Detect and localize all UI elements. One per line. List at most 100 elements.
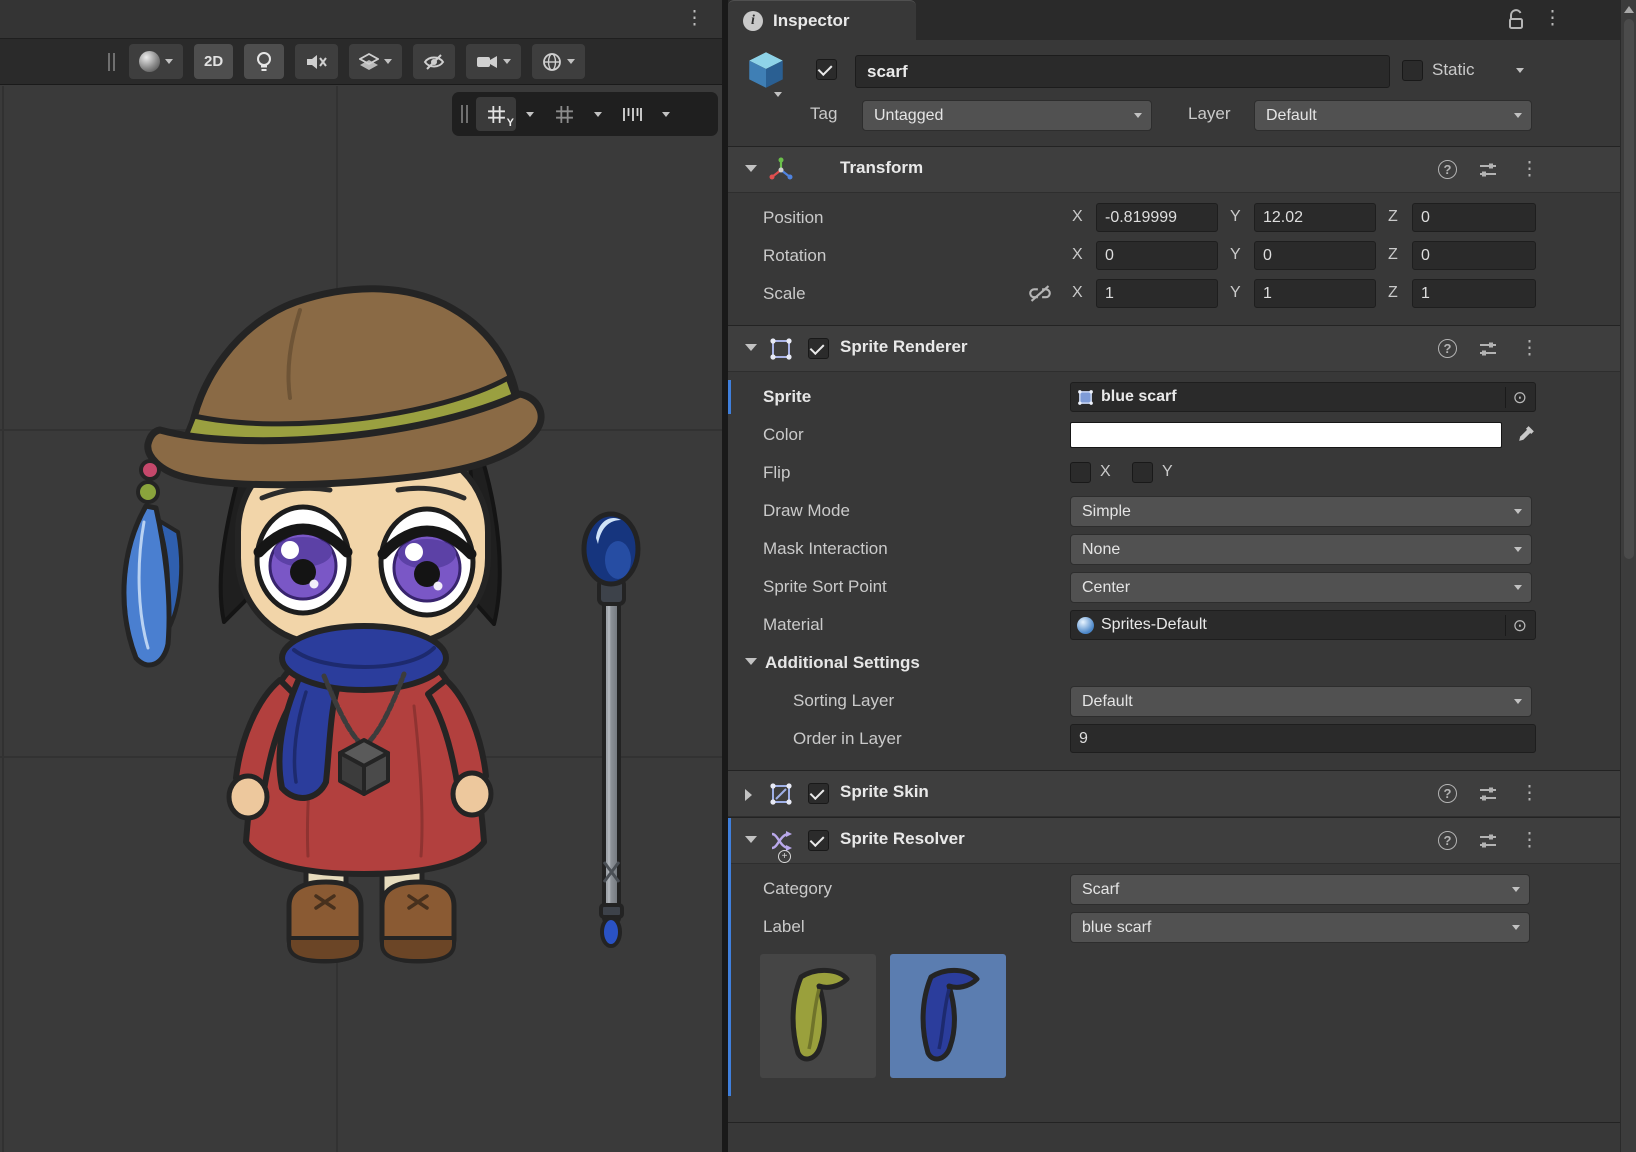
material-value: Sprites-Default	[1101, 616, 1207, 634]
more-icon[interactable]: ⋮	[1520, 782, 1539, 805]
unity-editor-window: ⋮ 2D	[0, 0, 1636, 1152]
component-enabled-checkbox[interactable]	[808, 783, 829, 804]
sprite-thumbnail-blue-scarf[interactable]	[890, 954, 1006, 1078]
grid-visibility-dropdown[interactable]	[589, 97, 607, 131]
shading-mode-button[interactable]	[129, 44, 183, 79]
snap-increment-button[interactable]	[612, 97, 652, 131]
flip-x-label: X	[1100, 463, 1111, 481]
sprite-sort-point-value: Center	[1082, 579, 1130, 597]
sprite-skin-header[interactable]: Sprite Skin ? ⋮	[728, 771, 1620, 817]
sprite-row: Sprite blue scarf ⊙	[728, 378, 1620, 416]
scene-gizmos-button[interactable]	[532, 44, 585, 79]
tab-inspector[interactable]: i Inspector	[728, 0, 916, 40]
foldout-icon[interactable]	[745, 836, 757, 843]
category-dropdown[interactable]: Scarf	[1070, 874, 1530, 905]
grid-axis-button[interactable]: Y	[476, 97, 516, 131]
help-icon[interactable]: ?	[1438, 784, 1457, 803]
transform-header[interactable]: Transform ? ⋮	[728, 147, 1620, 193]
static-dropdown-icon[interactable]	[1516, 68, 1524, 73]
2d-mode-button[interactable]: 2D	[194, 44, 233, 79]
rotation-z-field[interactable]	[1412, 241, 1536, 270]
more-icon[interactable]: ⋮	[1520, 829, 1539, 852]
active-checkbox[interactable]	[816, 59, 837, 80]
draw-mode-dropdown[interactable]: Simple	[1070, 496, 1532, 527]
component-enabled-checkbox[interactable]	[808, 830, 829, 851]
sprite-renderer-header[interactable]: Sprite Renderer ? ⋮	[728, 326, 1620, 372]
eyedropper-icon[interactable]	[1516, 423, 1537, 444]
flip-y-checkbox[interactable]	[1132, 462, 1153, 483]
presets-icon[interactable]	[1478, 784, 1498, 804]
order-in-layer-field[interactable]	[1070, 724, 1536, 753]
scale-x-field[interactable]	[1096, 279, 1218, 308]
prefab-expand-icon[interactable]	[774, 92, 782, 97]
grid-axis-dropdown[interactable]	[521, 97, 539, 131]
rotation-y-field[interactable]	[1254, 241, 1376, 270]
sprite-resolver-header[interactable]: + Sprite Resolver ? ⋮	[728, 818, 1620, 864]
scale-link-icon[interactable]	[1028, 285, 1052, 302]
transform-rotation-row: Rotation X Y Z	[728, 237, 1620, 275]
yellow-scarf-icon	[773, 961, 863, 1071]
foldout-icon[interactable]	[745, 165, 757, 172]
foldout-icon[interactable]	[745, 658, 757, 665]
inspector-scrollbar[interactable]	[1620, 0, 1636, 1152]
lock-icon[interactable]	[1507, 9, 1525, 30]
scale-z-field[interactable]	[1412, 279, 1536, 308]
presets-icon[interactable]	[1478, 339, 1498, 359]
presets-icon[interactable]	[1478, 831, 1498, 851]
position-z-field[interactable]	[1412, 203, 1536, 232]
sprite-sort-point-dropdown[interactable]: Center	[1070, 572, 1532, 603]
scene-view[interactable]: ⋮ 2D	[0, 0, 722, 1152]
tag-dropdown[interactable]: Untagged	[862, 100, 1152, 131]
snap-increment-dropdown[interactable]	[657, 97, 675, 131]
more-icon[interactable]: ⋮	[1520, 158, 1539, 181]
sorting-layer-dropdown[interactable]: Default	[1070, 686, 1532, 717]
scale-y-field[interactable]	[1254, 279, 1376, 308]
scene-lighting-button[interactable]	[244, 44, 284, 79]
position-y-field[interactable]	[1254, 203, 1376, 232]
flip-label: Flip	[763, 463, 790, 483]
object-picker-icon[interactable]: ⊙	[1505, 387, 1531, 408]
transform-body: Position X Y Z Rotation X Y Z	[728, 193, 1620, 325]
flip-x-checkbox[interactable]	[1070, 462, 1091, 483]
scene-visibility-button[interactable]	[413, 44, 455, 79]
scene-camera-button[interactable]	[466, 44, 521, 79]
sprite-thumbnail-yellow-scarf[interactable]	[760, 954, 876, 1078]
gameobject-name-field[interactable]	[855, 55, 1390, 88]
scene-canvas[interactable]	[0, 0, 722, 1152]
presets-icon[interactable]	[1478, 160, 1498, 180]
component-enabled-checkbox[interactable]	[808, 338, 829, 359]
foldout-icon[interactable]	[745, 344, 757, 351]
static-checkbox[interactable]	[1402, 60, 1423, 81]
rotation-x-field[interactable]	[1096, 241, 1218, 270]
material-object-field[interactable]: Sprites-Default ⊙	[1070, 610, 1536, 640]
help-icon[interactable]: ?	[1438, 339, 1457, 358]
position-x-field[interactable]	[1096, 203, 1218, 232]
character-sprite[interactable]	[124, 289, 541, 961]
help-icon[interactable]: ?	[1438, 160, 1457, 179]
label-dropdown[interactable]: blue scarf	[1070, 912, 1530, 943]
layer-dropdown[interactable]: Default	[1254, 100, 1532, 131]
chevron-down-icon	[1134, 113, 1142, 118]
info-icon: i	[743, 11, 763, 31]
scene-more-icon[interactable]: ⋮	[685, 6, 704, 32]
sprite-object-field[interactable]: blue scarf ⊙	[1070, 382, 1536, 412]
foldout-icon[interactable]	[745, 789, 752, 801]
scene-audio-button[interactable]	[295, 44, 338, 79]
help-icon[interactable]: ?	[1438, 831, 1457, 850]
toolbar-drag-handle[interactable]	[108, 53, 110, 71]
grid-visibility-button[interactable]	[544, 97, 584, 131]
object-picker-icon[interactable]: ⊙	[1505, 615, 1531, 636]
grid-toolbar-drag-handle[interactable]	[461, 105, 463, 123]
axis-y-label: Y	[1230, 284, 1241, 302]
chevron-down-icon	[662, 112, 670, 117]
scroll-up-icon[interactable]	[1624, 6, 1634, 13]
additional-settings-row[interactable]: Additional Settings	[728, 644, 1620, 682]
inspector-more-icon[interactable]: ⋮	[1543, 7, 1562, 30]
mask-interaction-dropdown[interactable]: None	[1070, 534, 1532, 565]
chevron-down-icon	[1514, 699, 1522, 704]
scene-effects-button[interactable]	[349, 44, 402, 79]
staff-sprite[interactable]	[584, 514, 638, 946]
color-swatch[interactable]	[1070, 422, 1502, 448]
more-icon[interactable]: ⋮	[1520, 337, 1539, 360]
scrollbar-thumb[interactable]	[1624, 19, 1634, 559]
